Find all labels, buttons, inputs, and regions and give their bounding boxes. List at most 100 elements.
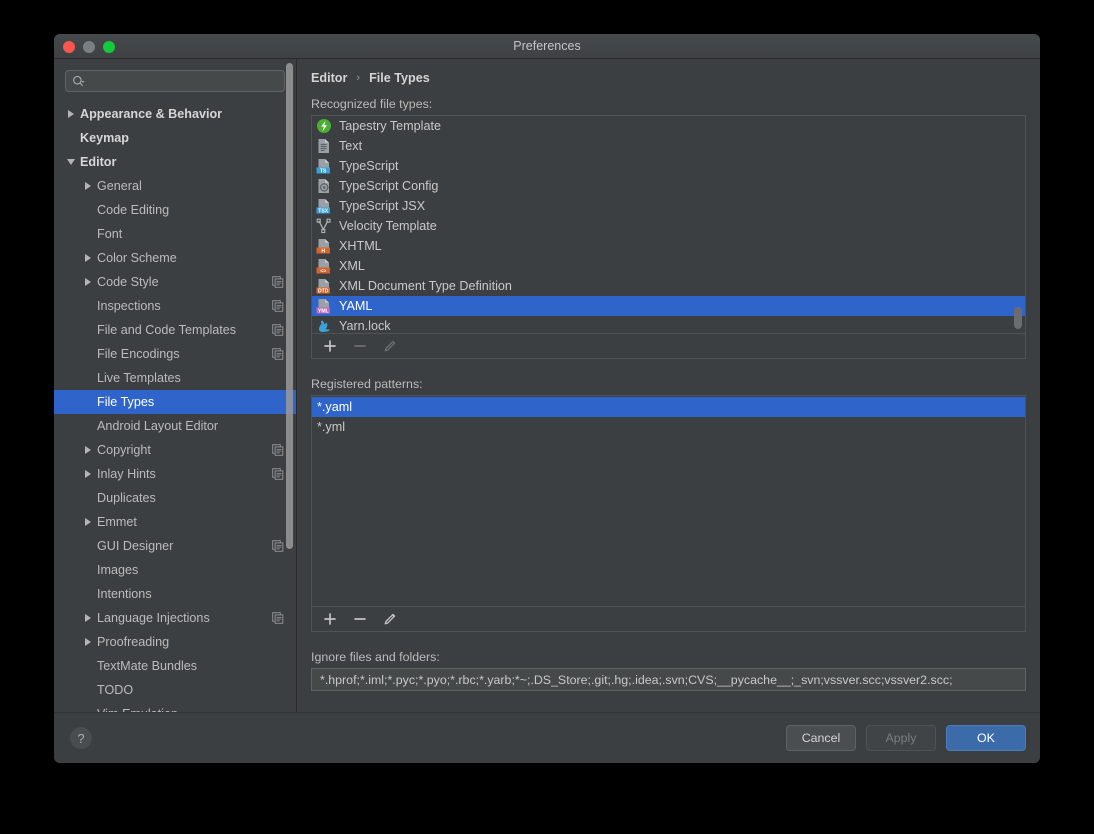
file-type-row[interactable]: Yarn.lock [312,316,1025,333]
remove-pattern-button[interactable] [352,611,368,627]
pattern-row[interactable]: *.yaml [312,397,1025,417]
sidebar-item-label: Intentions [97,587,152,601]
sidebar-item-copyright[interactable]: Copyright [54,438,296,462]
sidebar-item-todo[interactable]: TODO [54,678,296,702]
chevron-down-icon[interactable] [64,155,78,169]
ignore-files-label: Ignore files and folders: [311,650,440,664]
sidebar-item-keymap[interactable]: Keymap [54,126,296,150]
sidebar-item-label: File Encodings [97,347,180,361]
sidebar-item-code-style[interactable]: Code Style [54,270,296,294]
chevron-right-icon[interactable] [81,275,95,289]
copy-settings-icon[interactable] [272,540,284,552]
file-type-row[interactable]: Text [312,136,1025,156]
copy-settings-icon[interactable] [272,444,284,456]
breadcrumb-parent[interactable]: Editor [311,71,347,85]
search-input[interactable] [88,73,278,89]
file-types-scrollbar[interactable] [1014,307,1022,329]
sidebar-item-proofreading[interactable]: Proofreading [54,630,296,654]
chevron-right-icon[interactable] [81,251,95,265]
sidebar-item-gui-designer[interactable]: GUI Designer [54,534,296,558]
edit-pattern-button[interactable] [382,611,398,627]
file-type-row[interactable]: YML YAML [312,296,1025,316]
file-type-row[interactable]: DTD XML Document Type Definition [312,276,1025,296]
dtd-icon: DTD [316,278,332,294]
registered-patterns-label: Registered patterns: [311,377,423,391]
ok-button[interactable]: OK [946,725,1026,751]
sidebar-item-label: Live Templates [97,371,181,385]
copy-settings-icon[interactable] [272,468,284,480]
sidebar-item-appearance-behavior[interactable]: Appearance & Behavior [54,102,296,126]
copy-settings-icon[interactable] [272,276,284,288]
file-type-label: TypeScript [339,159,399,173]
chevron-right-icon[interactable] [81,611,95,625]
sidebar-item-label: GUI Designer [97,539,174,553]
sidebar-item-live-templates[interactable]: Live Templates [54,366,296,390]
ignore-files-input[interactable] [318,671,1019,688]
dialog-body: Appearance & Behavior Keymap Editor General… [54,59,1040,712]
sidebar-item-file-and-code-templates[interactable]: File and Code Templates [54,318,296,342]
search-box[interactable] [65,70,285,92]
sidebar-item-inlay-hints[interactable]: Inlay Hints [54,462,296,486]
sidebar-item-label: File and Code Templates [97,323,237,337]
breadcrumb: Editor › File Types [311,59,1026,97]
copy-settings-icon[interactable] [272,612,284,624]
file-type-label: Tapestry Template [339,119,441,133]
edit-file-type-button[interactable] [382,338,398,354]
sidebar-item-label: Duplicates [97,491,156,505]
sidebar-item-file-types[interactable]: File Types [54,390,296,414]
file-type-label: XHTML [339,239,382,253]
sidebar-item-duplicates[interactable]: Duplicates [54,486,296,510]
file-type-row[interactable]: TS TypeScript [312,156,1025,176]
file-type-row[interactable]: H XHTML [312,236,1025,256]
chevron-right-icon[interactable] [81,635,95,649]
file-types-list[interactable]: Tapestry Template Text TS TypeScript Typ… [311,115,1026,334]
add-pattern-button[interactable] [322,611,338,627]
sidebar-item-vim-emulation[interactable]: Vim Emulation [54,702,296,712]
file-type-row[interactable]: Tapestry Template [312,116,1025,136]
sidebar-item-label: Emmet [97,515,137,529]
sidebar-item-file-encodings[interactable]: File Encodings [54,342,296,366]
chevron-right-icon[interactable] [64,107,78,121]
sidebar-item-label: Font [97,227,123,241]
sidebar-item-textmate-bundles[interactable]: TextMate Bundles [54,654,296,678]
chevron-right-icon[interactable] [81,443,95,457]
remove-file-type-button[interactable] [352,338,368,354]
chevron-right-icon[interactable] [81,515,95,529]
pattern-row[interactable]: *.yml [312,417,1025,437]
sidebar-item-label: Proofreading [97,635,170,649]
add-file-type-button[interactable] [322,338,338,354]
file-type-label: TypeScript JSX [339,199,426,213]
sidebar-item-inspections[interactable]: Inspections [54,294,296,318]
chevron-right-icon[interactable] [81,467,95,481]
recognized-file-types-panel: Recognized file types: Tapestry Template… [311,97,1026,359]
sidebar-item-color-scheme[interactable]: Color Scheme [54,246,296,270]
apply-button[interactable]: Apply [866,725,936,751]
file-type-row[interactable]: <> XML [312,256,1025,276]
file-type-label: TypeScript Config [339,179,439,193]
copy-settings-icon[interactable] [272,348,284,360]
patterns-list[interactable]: *.yaml *.yml [311,395,1026,607]
sidebar-item-label: Keymap [80,131,129,145]
sidebar-item-images[interactable]: Images [54,558,296,582]
copy-settings-icon[interactable] [272,300,284,312]
sidebar-item-editor[interactable]: Editor [54,150,296,174]
sidebar-item-font[interactable]: Font [54,222,296,246]
chevron-right-icon[interactable] [81,179,95,193]
file-type-row[interactable]: TypeScript Config [312,176,1025,196]
sidebar-item-emmet[interactable]: Emmet [54,510,296,534]
svg-text:<>: <> [320,268,326,274]
sidebar-item-label: General [97,179,142,193]
file-type-row[interactable]: Velocity Template [312,216,1025,236]
sidebar-item-general[interactable]: General [54,174,296,198]
settings-tree[interactable]: Appearance & Behavior Keymap Editor General… [54,100,296,712]
sidebar-item-android-layout-editor[interactable]: Android Layout Editor [54,414,296,438]
sidebar-item-intentions[interactable]: Intentions [54,582,296,606]
copy-settings-icon[interactable] [272,324,284,336]
file-type-row[interactable]: TSX TypeScript JSX [312,196,1025,216]
cancel-button[interactable]: Cancel [786,725,856,751]
sidebar-item-language-injections[interactable]: Language Injections [54,606,296,630]
sidebar-item-code-editing[interactable]: Code Editing [54,198,296,222]
sidebar-scrollbar[interactable] [286,63,293,549]
ignore-files-field[interactable] [311,668,1026,691]
help-button[interactable]: ? [70,727,92,749]
